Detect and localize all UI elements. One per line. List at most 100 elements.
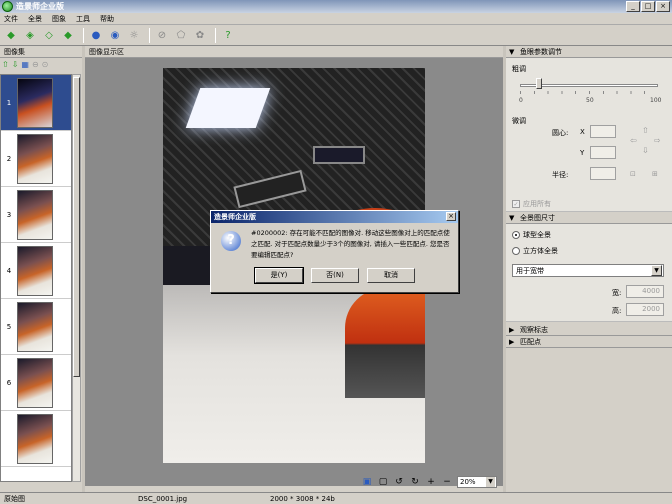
chevron-right-icon: ▶ [509,325,515,334]
width-field[interactable]: 4000 [626,285,664,298]
dialog-title: 造景师企业版 [214,213,256,221]
question-icon: ? [221,231,241,251]
rotate-right-icon[interactable]: ↻ [409,476,421,488]
thumbnail-item[interactable]: 5 [1,299,71,355]
center-label: 圆心: [552,129,569,137]
zoom-bar: ▣ ▢ ↺ ↻ + − 20% ▼ [85,474,503,490]
center-x-field[interactable] [590,125,616,138]
arrow-down-icon[interactable]: ⇩ [642,146,649,155]
chevron-down-icon[interactable]: ▼ [651,265,662,276]
radius-field[interactable] [590,167,616,180]
export-icon[interactable]: ◇ [41,28,57,44]
status-view: 原始图 [4,494,25,503]
move-down-icon[interactable]: ⇩ [12,60,19,69]
thumbnail-item[interactable]: 3 [1,187,71,243]
yes-button[interactable]: 是(Y) [254,267,304,284]
zoom-select[interactable]: 20% ▼ [457,476,497,488]
expand-icon[interactable]: ⊞ [652,170,658,178]
thumbnail-number: 4 [6,266,12,275]
status-file: DSC_0001.jpg [138,494,188,503]
status-bar: 原始图 DSC_0001.jpg 2000 * 3008 * 24b [0,492,672,504]
apply-all-checkbox[interactable]: ✓ 应用所有 [512,199,551,209]
coarse-label: 粗调 [512,65,526,73]
arrow-left-icon[interactable]: ⇦ [630,136,637,145]
help-icon[interactable]: ? [220,28,236,44]
globe-alt-icon[interactable]: ◉ [107,28,123,44]
tag-icon[interactable]: ◆ [60,28,76,44]
thumbnail-item[interactable]: 4 [1,243,71,299]
zoom-in-icon[interactable]: + [425,476,437,488]
settings-icon[interactable]: ✿ [192,28,208,44]
refresh-icon[interactable]: ⊙ [42,60,49,69]
window-title: 造景师企业版 [16,2,64,11]
globe-icon[interactable]: ● [88,28,104,44]
preview-icon[interactable]: ☼ [126,28,142,44]
panorama-size-section: 球型全景 立方体全景 用于宽带 ▼ 宽: 4000 高: 2000 [506,224,672,322]
fit-icon[interactable]: ▣ [361,476,373,488]
maximize-button[interactable]: □ [641,1,655,12]
tick-label-mid: 50 [586,97,594,104]
chevron-down-icon[interactable]: ▼ [486,477,495,487]
spherical-radio[interactable]: 球型全景 [512,230,551,240]
scrollbar-thumb[interactable] [73,77,80,377]
thumbnail-number: 6 [6,378,12,387]
thumbnail-image [17,245,53,296]
thumbnail-scrollbar[interactable] [72,74,81,482]
y-label: Y [580,149,585,157]
menu-bar: 文件 全景 图象 工具 帮助 [0,13,672,25]
grid-icon[interactable]: ▦ [21,60,29,69]
cancel-button[interactable]: 取消 [367,268,415,283]
thumbnail-number: 3 [6,210,12,219]
dialog-title-bar: 造景师企业版 [211,211,458,223]
dialog-close-button[interactable]: × [446,212,456,221]
height-field[interactable]: 2000 [626,303,664,316]
cubic-radio[interactable]: 立方体全景 [512,246,558,256]
shrink-icon[interactable]: ⊡ [630,170,636,178]
thumbnail-item[interactable]: 1 [1,75,71,131]
menu-file[interactable]: 文件 [4,14,18,24]
thumbnail-number: 1 [6,98,12,107]
fisheye-section-title: 鱼眼参数调节 [520,47,562,56]
open-icon[interactable]: ◆ [3,28,19,44]
warning-dialog: 造景师企业版 × ? #0200002: 存在可能不匹配的图像对. 移动这些图像… [210,210,459,293]
delete-icon[interactable]: ⊖ [32,60,39,69]
close-button[interactable]: × [656,1,670,12]
width-label: 宽: [612,289,622,297]
fisheye-section-header[interactable]: ▼ 鱼眼参数调节 [506,46,672,58]
move-up-icon[interactable]: ⇧ [2,60,9,69]
frame-icon[interactable]: ▢ [377,476,389,488]
slider-ticks [520,91,658,94]
thumbnail-image [17,77,53,128]
image-set-header: 图像集 [0,46,82,58]
no-button[interactable]: 否(N) [311,268,359,283]
settings-panel: ▼ 鱼眼参数调节 粗调 0 50 100 微调 圆心: X Y 半径: ⇧ ⇦ … [506,46,672,492]
radio-dot [512,247,520,255]
panorama-size-title: 全景图尺寸 [520,213,555,222]
menu-tools[interactable]: 工具 [76,14,90,24]
title-bar: 造景师企业版 _ □ × [0,0,672,13]
checkbox-mark: ✓ [512,200,520,208]
rotate-left-icon[interactable]: ↺ [393,476,405,488]
zoom-out-icon[interactable]: − [441,476,453,488]
match-points-section-header[interactable]: ▶ 匹配点 [506,336,672,348]
panorama-size-section-header[interactable]: ▼ 全景图尺寸 [506,212,672,224]
menu-panorama[interactable]: 全景 [28,14,42,24]
arrow-right-icon[interactable]: ⇨ [654,136,661,145]
center-y-field[interactable] [590,146,616,159]
usage-select[interactable]: 用于宽带 ▼ [512,264,664,277]
thumbnail-item[interactable]: 2 [1,131,71,187]
view-markers-section-header[interactable]: ▶ 观察标志 [506,324,672,336]
stitch-icon[interactable]: ⬠ [173,28,189,44]
minimize-button[interactable]: _ [626,1,640,12]
height-label: 高: [612,307,622,315]
arrow-up-icon[interactable]: ⇧ [642,126,649,135]
toolbar-separator [215,28,216,43]
menu-image[interactable]: 图象 [52,14,66,24]
save-icon[interactable]: ◈ [22,28,38,44]
coarse-slider-knob[interactable] [536,78,542,89]
menu-help[interactable]: 帮助 [100,14,114,24]
rotate-icon[interactable]: ⊘ [154,28,170,44]
thumbnail-item[interactable] [1,411,71,467]
fisheye-section: 粗调 0 50 100 微调 圆心: X Y 半径: ⇧ ⇦ ⇨ ⇩ ⊡ ⊞ ✓… [506,58,672,212]
thumbnail-item[interactable]: 6 [1,355,71,411]
